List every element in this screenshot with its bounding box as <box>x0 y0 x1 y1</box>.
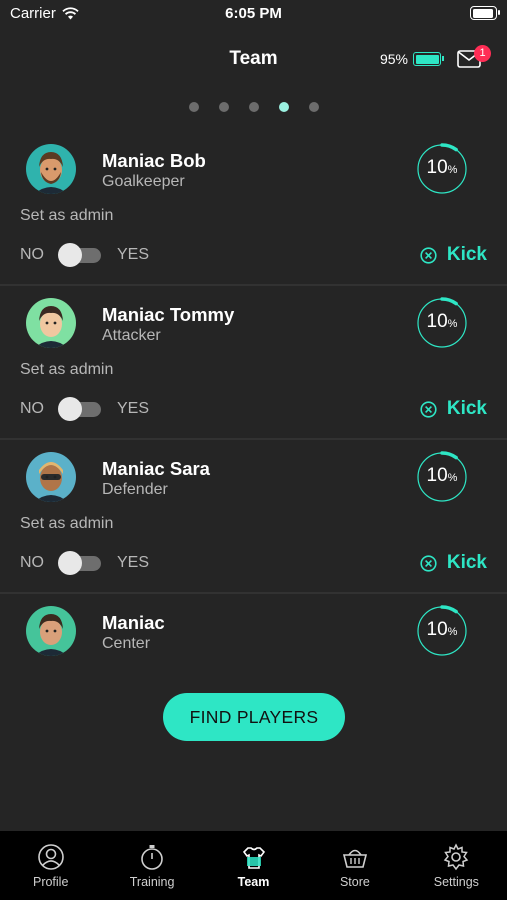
set-admin-label: Set as admin <box>20 207 114 224</box>
page-dot[interactable] <box>188 102 199 112</box>
player-role: Center <box>102 635 151 652</box>
player-name: Maniac Bob <box>102 150 206 171</box>
team-battery-percent: 95% <box>379 51 408 67</box>
tab-label: Store <box>339 875 370 889</box>
kick-button[interactable]: Kick <box>420 552 487 574</box>
stopwatch-icon <box>141 845 163 870</box>
tab-label: Team <box>237 875 270 889</box>
player-name: Maniac Tommy <box>102 304 235 325</box>
kick-label: Kick <box>446 398 487 419</box>
team-battery-icon <box>413 52 444 66</box>
player-name: Maniac <box>102 612 165 633</box>
progress-ring: 10% <box>416 451 468 503</box>
tab-settings[interactable]: Settings <box>406 831 507 900</box>
clock: 6:05 PM <box>225 5 282 22</box>
progress-text: 10% <box>426 465 458 486</box>
toggle-no-label: NO <box>20 246 44 263</box>
progress-ring: 10% <box>416 605 468 657</box>
avatar <box>26 606 76 656</box>
toggle-no-label: NO <box>20 400 44 417</box>
close-circle-icon <box>420 400 437 418</box>
admin-toggle[interactable] <box>58 551 101 575</box>
progress-text: 10% <box>426 157 458 178</box>
page-dot[interactable] <box>218 102 229 112</box>
page-dot[interactable] <box>278 102 289 112</box>
toggle-no-label: NO <box>20 554 44 571</box>
progress-ring: 10% <box>416 297 468 349</box>
kick-label: Kick <box>446 244 487 265</box>
tab-profile[interactable]: Profile <box>0 831 101 900</box>
avatar <box>26 452 76 502</box>
avatar <box>26 144 76 194</box>
set-admin-label: Set as admin <box>20 361 114 378</box>
page-indicator <box>0 102 507 112</box>
status-bar: Carrier 6:05 PM <box>0 0 507 30</box>
mail-badge: 1 <box>474 45 491 62</box>
player-role: Defender <box>102 481 168 498</box>
battery-icon <box>470 6 500 20</box>
find-players-button[interactable]: FIND PLAYERS <box>163 693 345 741</box>
divider <box>0 438 507 440</box>
tab-bar: Profile Training Team Store Settings <box>0 831 507 900</box>
toggle-yes-label: YES <box>117 400 150 417</box>
divider <box>0 284 507 286</box>
page-dot[interactable] <box>248 102 259 112</box>
admin-toggle[interactable] <box>58 243 101 267</box>
progress-text: 10% <box>426 619 458 640</box>
basket-icon <box>342 849 367 868</box>
player-name: Maniac Sara <box>102 458 210 479</box>
toggle-yes-label: YES <box>117 554 150 571</box>
jersey-icon <box>242 847 265 869</box>
admin-toggle[interactable] <box>58 397 101 421</box>
player-role: Attacker <box>102 327 161 344</box>
set-admin-label: Set as admin <box>20 515 114 532</box>
avatar <box>26 298 76 348</box>
divider <box>0 592 507 594</box>
page-dot[interactable] <box>308 102 319 112</box>
progress-ring: 10% <box>416 143 468 195</box>
profile-icon <box>37 844 64 870</box>
tab-label: Training <box>129 875 175 889</box>
tab-training[interactable]: Training <box>101 831 202 900</box>
tab-team[interactable]: Team <box>203 831 304 900</box>
close-circle-icon <box>420 246 437 264</box>
kick-button[interactable]: Kick <box>420 398 487 420</box>
player-role: Goalkeeper <box>102 173 185 190</box>
header: Team 95% 1 <box>0 40 507 80</box>
tab-label: Profile <box>32 875 69 889</box>
close-circle-icon <box>420 554 437 572</box>
progress-text: 10% <box>426 311 458 332</box>
tab-store[interactable]: Store <box>304 831 405 900</box>
kick-button[interactable]: Kick <box>420 244 487 266</box>
toggle-yes-label: YES <box>117 246 150 263</box>
gear-icon <box>444 843 469 871</box>
kick-label: Kick <box>446 552 487 573</box>
tab-label: Settings <box>433 875 479 889</box>
